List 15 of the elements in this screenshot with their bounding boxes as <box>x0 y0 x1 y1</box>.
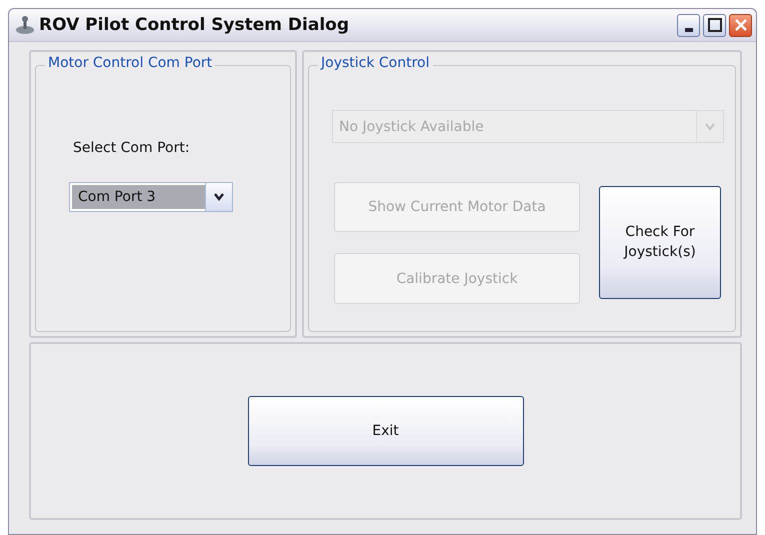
chevron-down-icon <box>704 122 716 132</box>
exit-button[interactable]: Exit <box>248 396 524 466</box>
minimize-button[interactable] <box>677 14 700 36</box>
check-joystick-button[interactable]: Check For Joystick(s) <box>599 186 721 299</box>
chevron-down-icon <box>213 192 225 202</box>
window-title: ROV Pilot Control System Dialog <box>39 15 350 35</box>
close-icon <box>734 18 748 32</box>
maximize-icon <box>708 18 722 32</box>
joystick-icon <box>15 15 35 35</box>
com-port-label: Select Com Port: <box>73 140 190 156</box>
com-port-dropdown[interactable]: Com Port 3 <box>69 182 233 212</box>
minimize-icon <box>684 28 692 32</box>
group-title: Joystick Control <box>318 55 433 71</box>
close-button[interactable] <box>729 14 752 36</box>
maximize-button[interactable] <box>703 14 726 36</box>
